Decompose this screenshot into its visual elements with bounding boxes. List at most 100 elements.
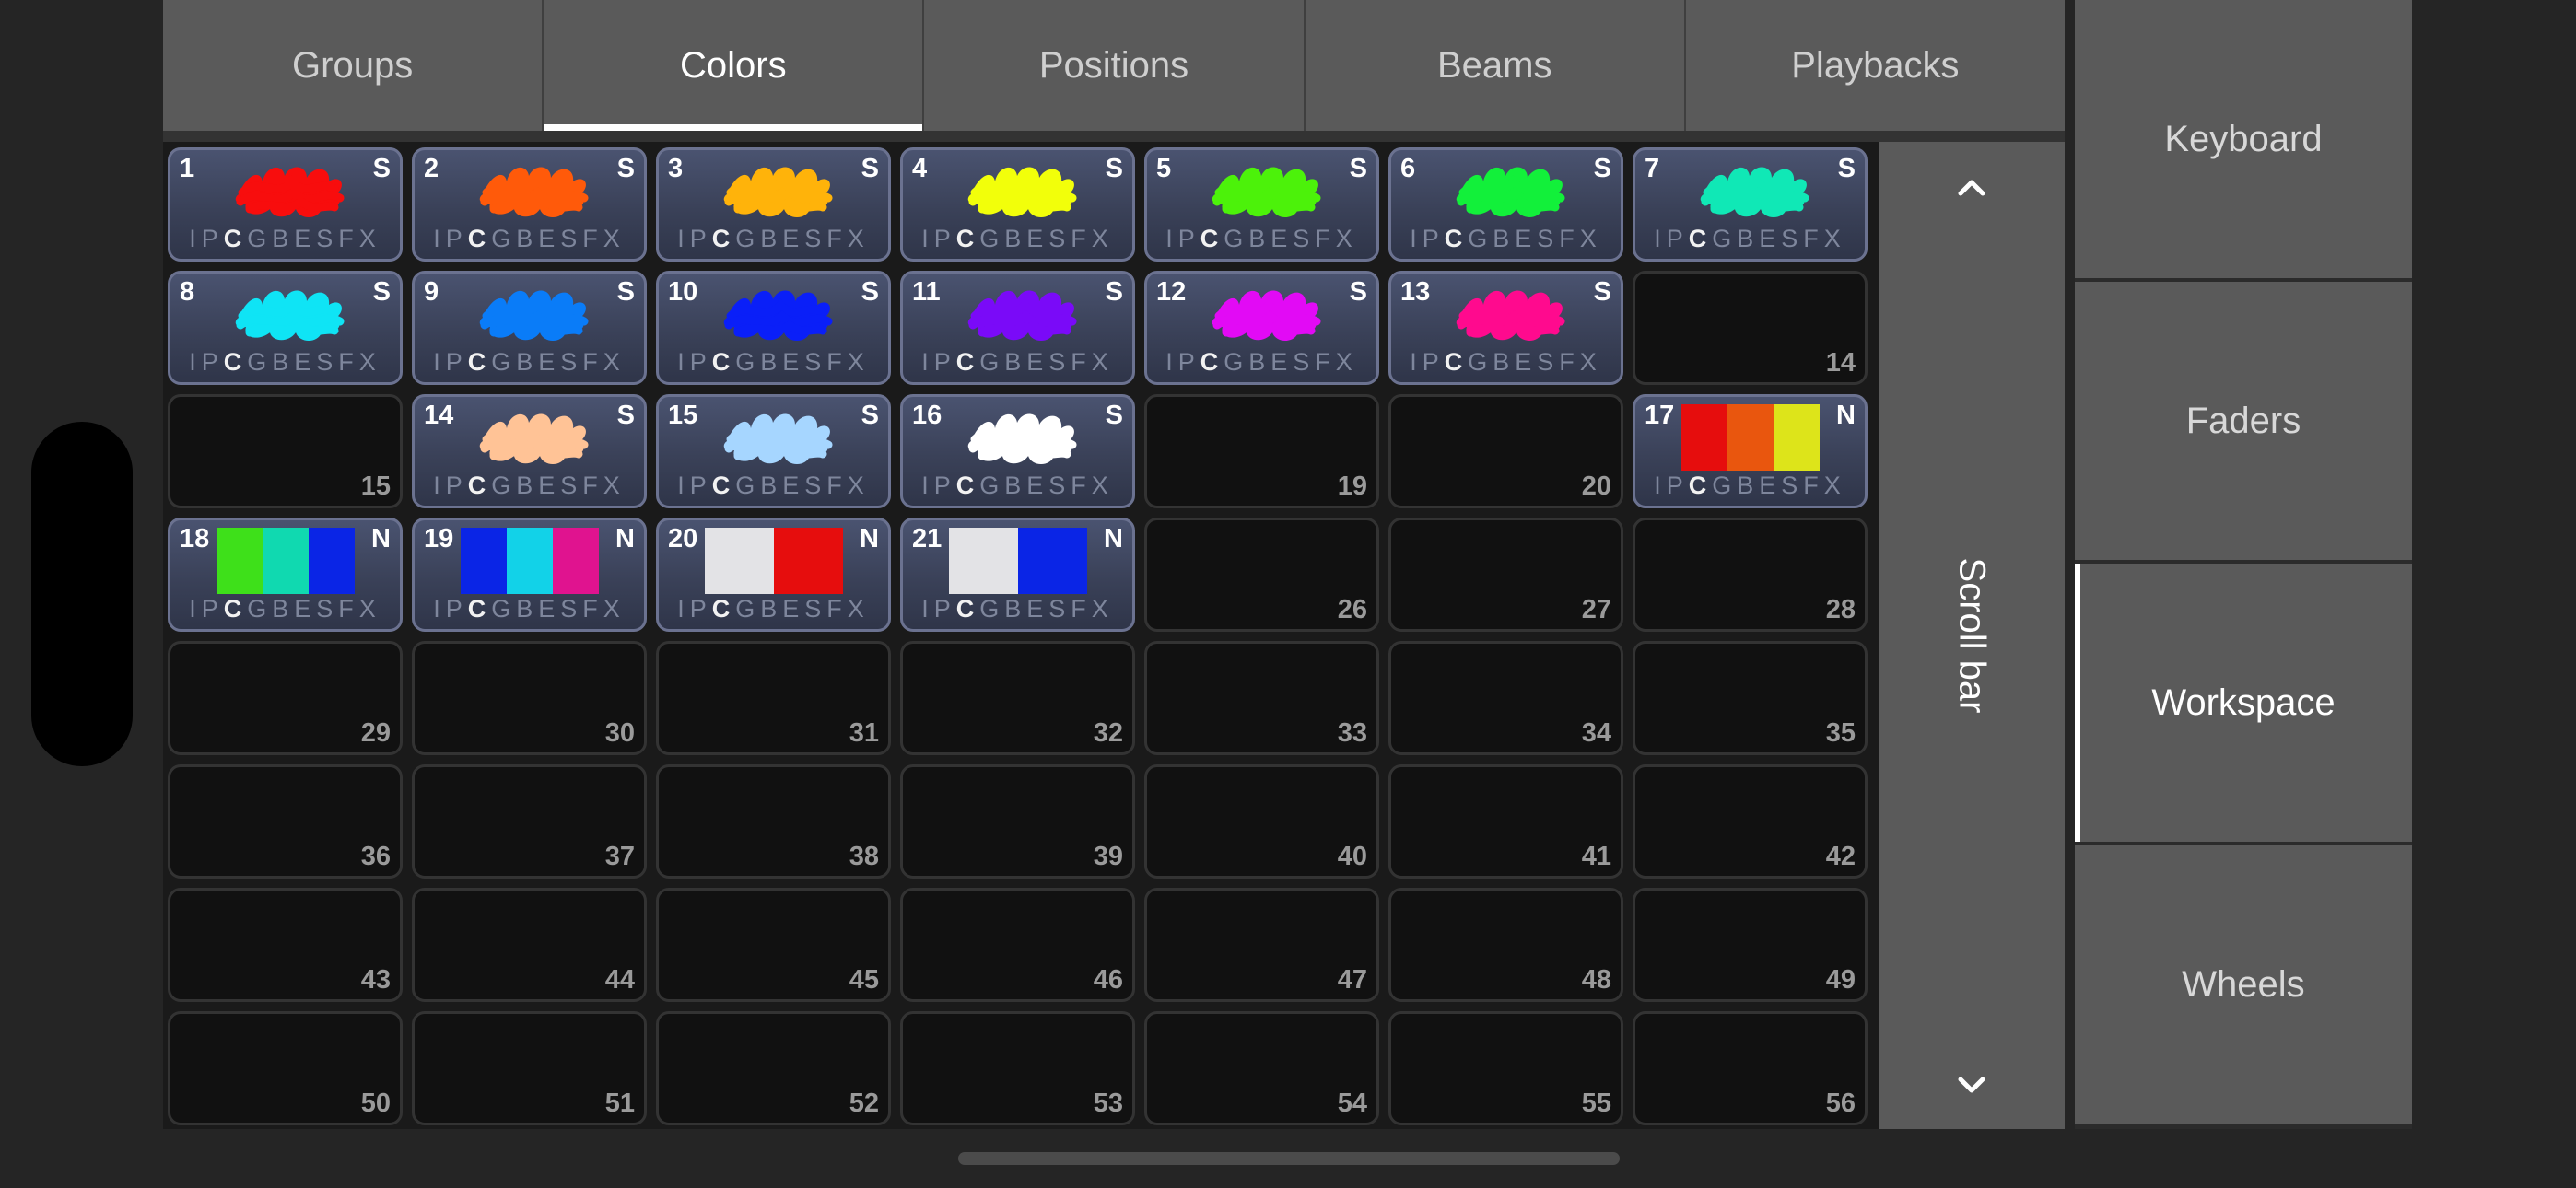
faders-button[interactable]: Faders	[2075, 282, 2412, 560]
tab-playbacks[interactable]: Playbacks	[1686, 0, 2065, 131]
empty-palette-slot[interactable]: 36	[168, 764, 403, 879]
color-palette-tile[interactable]: 8 S IPCGBESFX	[168, 271, 403, 385]
tab-groups[interactable]: Groups	[163, 0, 544, 131]
color-palette-tile[interactable]: 2 S IPCGBESFX	[412, 147, 647, 262]
color-block	[1774, 404, 1820, 471]
empty-palette-slot[interactable]: 35	[1633, 641, 1868, 755]
empty-palette-slot[interactable]: 20	[1388, 394, 1623, 508]
color-palette-tile[interactable]: 12 S IPCGBESFX	[1144, 271, 1379, 385]
empty-palette-slot[interactable]: 29	[168, 641, 403, 755]
attribute-letter: FX	[1559, 348, 1602, 376]
device-camera-cutout	[31, 422, 133, 766]
color-palette-tile[interactable]: 14 S IPCGBESFX	[412, 394, 647, 508]
attribute-letters: IPCGBESFX	[415, 595, 644, 623]
empty-palette-slot[interactable]: 41	[1388, 764, 1623, 879]
empty-palette-slot[interactable]: 30	[412, 641, 647, 755]
empty-palette-slot[interactable]: 27	[1388, 518, 1623, 632]
color-palette-tile[interactable]: 7 S IPCGBESFX	[1633, 147, 1868, 262]
palette-number: 10	[668, 277, 698, 307]
attribute-letter: FX	[1803, 225, 1846, 252]
attribute-letter: C	[711, 472, 736, 499]
empty-palette-slot[interactable]: 44	[412, 888, 647, 1002]
attribute-letter: FX	[338, 595, 381, 623]
empty-palette-slot[interactable]: 53	[900, 1011, 1135, 1125]
attribute-letter: I	[189, 348, 202, 376]
attribute-letter: E	[782, 225, 805, 252]
empty-palette-slot[interactable]: 54	[1144, 1011, 1379, 1125]
attribute-letter: C	[955, 595, 980, 623]
empty-palette-slot[interactable]: 31	[656, 641, 891, 755]
empty-palette-slot[interactable]: 43	[168, 888, 403, 1002]
empty-palette-slot[interactable]: 46	[900, 888, 1135, 1002]
color-palette-tile[interactable]: 5 S IPCGBESFX	[1144, 147, 1379, 262]
tab-bar-divider	[163, 131, 2065, 142]
slot-number: 38	[849, 842, 879, 871]
empty-palette-slot[interactable]: 52	[656, 1011, 891, 1125]
attribute-letter: B	[760, 472, 783, 499]
palette-number: 16	[912, 401, 943, 430]
chevron-down-icon[interactable]	[1935, 1048, 2008, 1122]
empty-palette-slot[interactable]: 15	[168, 394, 403, 508]
color-palette-tile[interactable]: 21 N IPCGBESFX	[900, 518, 1135, 632]
empty-palette-slot[interactable]: 28	[1633, 518, 1868, 632]
empty-palette-slot[interactable]: 26	[1144, 518, 1379, 632]
chevron-up-icon[interactable]	[1935, 151, 2008, 225]
attribute-letter: FX	[826, 348, 870, 376]
color-palette-tile[interactable]: 13 S IPCGBESFX	[1388, 271, 1623, 385]
empty-palette-slot[interactable]: 34	[1388, 641, 1623, 755]
color-palette-tile[interactable]: 18 N IPCGBESFX	[168, 518, 403, 632]
attribute-letter: S	[1781, 472, 1804, 499]
attribute-letter: S	[1293, 348, 1316, 376]
attribute-letter: E	[1026, 348, 1049, 376]
color-palette-tile[interactable]: 11 S IPCGBESFX	[900, 271, 1135, 385]
slot-number: 53	[1093, 1089, 1123, 1118]
color-palette-tile[interactable]: 10 S IPCGBESFX	[656, 271, 891, 385]
attribute-letter: S	[804, 595, 827, 623]
workspace-button[interactable]: Workspace	[2075, 564, 2412, 842]
color-palette-tile[interactable]: 19 N IPCGBESFX	[412, 518, 647, 632]
color-palette-tile[interactable]: 9 S IPCGBESFX	[412, 271, 647, 385]
color-palette-tile[interactable]: 16 S IPCGBESFX	[900, 394, 1135, 508]
empty-palette-slot[interactable]: 19	[1144, 394, 1379, 508]
empty-palette-slot[interactable]: 56	[1633, 1011, 1868, 1125]
color-palette-tile[interactable]: 17 N IPCGBESFX	[1633, 394, 1868, 508]
keyboard-button[interactable]: Keyboard	[2075, 0, 2412, 278]
empty-palette-slot[interactable]: 50	[168, 1011, 403, 1125]
color-palette-tile[interactable]: 6 S IPCGBESFX	[1388, 147, 1623, 262]
attribute-letter: S	[1048, 472, 1071, 499]
empty-palette-slot[interactable]: 45	[656, 888, 891, 1002]
empty-palette-slot[interactable]: 48	[1388, 888, 1623, 1002]
empty-palette-slot[interactable]: 40	[1144, 764, 1379, 879]
palette-number: 19	[424, 524, 454, 553]
attribute-letter: S	[560, 472, 583, 499]
color-palette-tile[interactable]: 20 N IPCGBESFX	[656, 518, 891, 632]
palette-type-badge: S	[1105, 277, 1123, 307]
color-palette-tile[interactable]: 15 S IPCGBESFX	[656, 394, 891, 508]
empty-palette-slot[interactable]: 42	[1633, 764, 1868, 879]
empty-palette-slot[interactable]: 39	[900, 764, 1135, 879]
attribute-letter: S	[1537, 348, 1560, 376]
empty-palette-slot[interactable]: 37	[412, 764, 647, 879]
attribute-letter: S	[560, 348, 583, 376]
scroll-bar[interactable]: Scroll bar	[1879, 142, 2065, 1129]
color-palette-tile[interactable]: 1 S IPCGBESFX	[168, 147, 403, 262]
wheels-button[interactable]: Wheels	[2075, 845, 2412, 1124]
tab-positions[interactable]: Positions	[924, 0, 1306, 131]
empty-palette-slot[interactable]: 47	[1144, 888, 1379, 1002]
color-palette-tile[interactable]: 3 S IPCGBESFX	[656, 147, 891, 262]
attribute-letter: S	[804, 472, 827, 499]
attribute-letter: C	[1200, 225, 1224, 252]
tab-colors[interactable]: Colors	[544, 0, 925, 131]
empty-palette-slot[interactable]: 33	[1144, 641, 1379, 755]
attribute-letter: I	[677, 225, 690, 252]
empty-palette-slot[interactable]: 55	[1388, 1011, 1623, 1125]
empty-palette-slot[interactable]: 49	[1633, 888, 1868, 1002]
color-swatch-icon	[1456, 167, 1565, 217]
attribute-letter: E	[538, 472, 561, 499]
color-palette-tile[interactable]: 4 S IPCGBESFX	[900, 147, 1135, 262]
tab-beams[interactable]: Beams	[1306, 0, 1686, 131]
empty-palette-slot[interactable]: 38	[656, 764, 891, 879]
empty-palette-slot[interactable]: 14	[1633, 271, 1868, 385]
empty-palette-slot[interactable]: 51	[412, 1011, 647, 1125]
empty-palette-slot[interactable]: 32	[900, 641, 1135, 755]
